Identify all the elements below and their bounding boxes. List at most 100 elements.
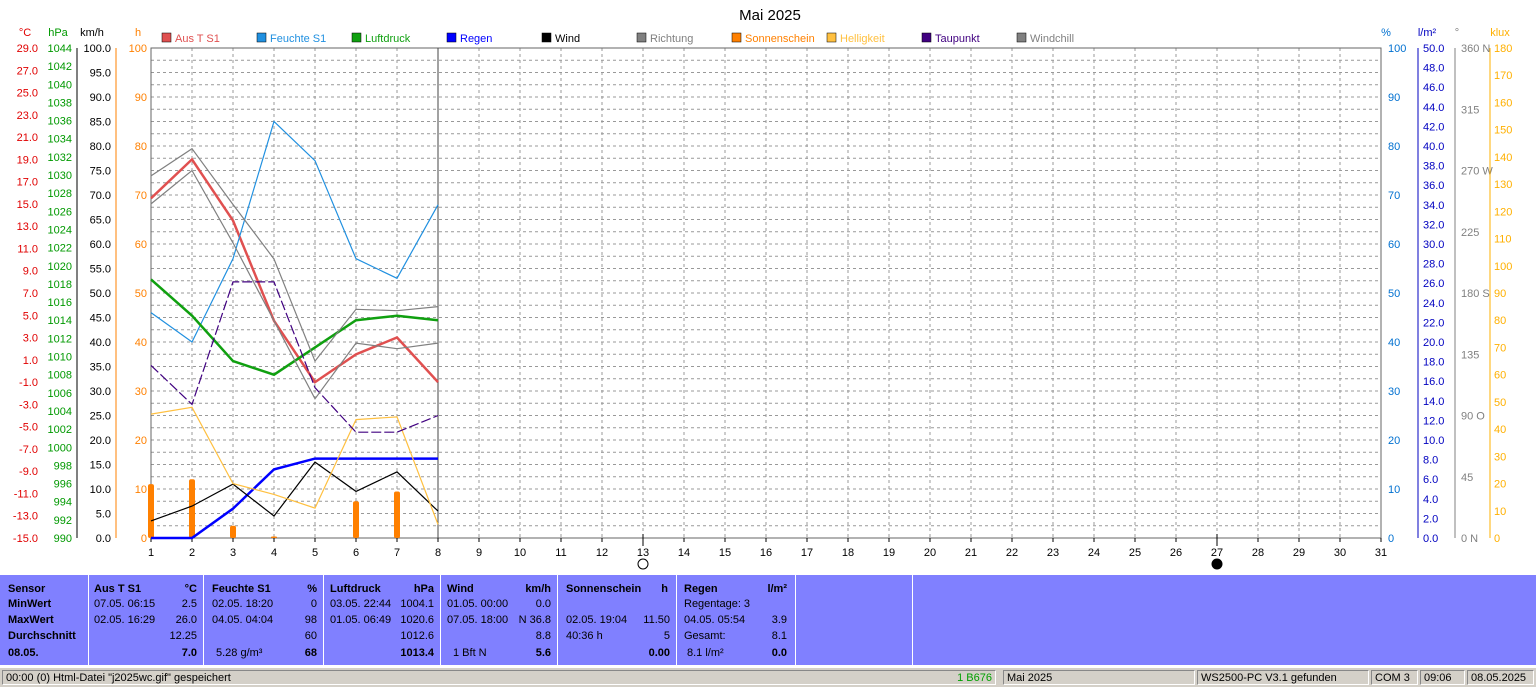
status-message: 00:00 (0) Html-Datei "j2025wc.gif" gespe…: [2, 670, 996, 685]
rain-column: Regen l/m² Regentage: 3 04.05. 05:54 3.9…: [677, 575, 796, 665]
rain-tick-23: 4.0: [1423, 494, 1438, 506]
legend-label-aus-t-s1: Aus T S1: [175, 33, 220, 45]
wind-min-val: 0.0: [535, 598, 551, 610]
direction-tick-5: 135: [1461, 349, 1479, 361]
x-tick-label-19: 19: [883, 547, 895, 559]
rain-tick-13: 24.0: [1423, 298, 1444, 310]
pressure-tick-13: 1018: [48, 279, 72, 291]
lux-tick-0: 180: [1494, 43, 1512, 55]
temp-tick-9: 11.0: [17, 243, 38, 255]
temp-axis-unit: °C: [19, 27, 31, 39]
humidity-current: 68: [304, 647, 317, 659]
empty-column: [796, 575, 913, 665]
sonnenschein-bar-3: [230, 525, 236, 538]
legend-swatch-sonnenschein: [731, 32, 742, 43]
x-tick-label-29: 29: [1293, 547, 1305, 559]
temp-max-val: 26.0: [175, 614, 197, 626]
hours-tick-0: 100: [129, 43, 147, 55]
humidity-tick-9: 10: [1388, 484, 1400, 496]
temp-tick-10: 9.0: [23, 266, 38, 278]
hours-tick-6: 40: [135, 337, 147, 349]
wind-tick-9: 55.0: [90, 264, 111, 276]
pressure-tick-20: 1004: [48, 406, 72, 418]
wind-current: 5.6: [535, 647, 551, 659]
direction-axis-unit: °: [1455, 27, 1459, 39]
legend-label-luftdruck: Luftdruck: [365, 33, 411, 45]
humidity-abs: 5.28 g/m³: [216, 647, 263, 659]
wind-max-time: 07.05. 18:00: [447, 614, 509, 626]
humidity-tick-10: 0: [1388, 533, 1394, 545]
x-tick-label-9: 9: [476, 547, 482, 559]
legend-swatch-feuchte-s1: [256, 32, 267, 43]
pressure-current: 1013.4: [400, 647, 434, 659]
lux-tick-11: 70: [1494, 342, 1506, 354]
wind-bft: 1 Bft N: [453, 647, 487, 659]
hours-tick-8: 20: [135, 435, 147, 447]
max-label: MaxWert: [8, 614, 54, 626]
pressure-tick-6: 1032: [48, 152, 72, 164]
status-bar: 00:00 (0) Html-Datei "j2025wc.gif" gespe…: [0, 667, 1536, 687]
rain-unit: l/m²: [767, 583, 787, 595]
pressure-column: Luftdruck hPa 03.05. 22:44 1004.1 01.05.…: [324, 575, 441, 665]
hours-tick-3: 70: [135, 190, 147, 202]
pressure-tick-2: 1040: [48, 79, 72, 91]
wind-tick-6: 70.0: [90, 190, 111, 202]
humidity-max-time: 04.05. 04:04: [212, 614, 274, 626]
rain-tick-10: 30.0: [1423, 239, 1444, 251]
temp-min-val: 2.5: [181, 598, 197, 610]
rain-max-val: 3.9: [771, 614, 787, 626]
pressure-tick-15: 1014: [48, 315, 72, 327]
lux-tick-8: 100: [1494, 261, 1512, 273]
sun-current: 0.00: [648, 647, 670, 659]
x-tick-label-24: 24: [1088, 547, 1100, 559]
legend-label-richtung: Richtung: [650, 33, 693, 45]
pressure-tick-26: 992: [54, 515, 72, 527]
rain-tick-9: 32.0: [1423, 219, 1444, 231]
sun-unit: h: [661, 583, 668, 595]
humidity-tick-5: 50: [1388, 288, 1400, 300]
wind-tick-19: 5.0: [96, 509, 111, 521]
legend-label-sonnenschein: Sonnenschein: [745, 33, 815, 45]
rain-tick-22: 6.0: [1423, 474, 1438, 486]
temp-tick-12: 5.0: [23, 310, 38, 322]
wind-tick-0: 100.0: [83, 43, 111, 55]
taupunkt-line: [150, 281, 439, 433]
rain-tick-11: 28.0: [1423, 259, 1444, 271]
sun-avg: 5: [663, 630, 670, 642]
weather-chart: 1 2 3 4 5 6 7 8 9 10 11 12 13 14 15 16 17 18 19 20 21 22 23 24 2…: [13, 7, 1512, 570]
lux-tick-1: 170: [1494, 70, 1512, 82]
wind-tick-18: 10.0: [90, 484, 111, 496]
legend-swatch-windchill: [1016, 32, 1027, 43]
temp-min-time: 07.05. 06:15: [94, 598, 156, 610]
sensor-column: Sensor MinWert MaxWert Durchschnitt 08.0…: [0, 575, 89, 665]
legend-swatch-regen: [446, 32, 457, 43]
temp-tick-11: 7.0: [23, 288, 38, 300]
rain-tick-8: 34.0: [1423, 200, 1444, 212]
lux-axis-unit: klux: [1490, 27, 1510, 39]
x-tick-label-4: 4: [271, 547, 277, 559]
rain-tick-3: 44.0: [1423, 102, 1444, 114]
temp-tick-15: -1.0: [19, 377, 38, 389]
pressure-tick-23: 998: [54, 460, 72, 472]
temp-tick-18: -7.0: [19, 444, 38, 456]
hours-tick-4: 60: [135, 239, 147, 251]
x-tick-label-21: 21: [965, 547, 977, 559]
temp-tick-8: 13.0: [17, 221, 38, 233]
x-tick-label-1: 1: [148, 547, 154, 559]
temp-tick-6: 17.0: [17, 177, 38, 189]
rain-tick-19: 12.0: [1423, 415, 1444, 427]
humidity-tick-0: 100: [1388, 43, 1406, 55]
legend-swatch-taupunkt: [921, 32, 932, 43]
wind-tick-2: 90.0: [90, 92, 111, 104]
wind-avg: 8.8: [535, 630, 551, 642]
x-tick-label-6: 6: [353, 547, 359, 559]
sun-max-val: 11.50: [643, 614, 670, 626]
wind-max-val: N 36.8: [518, 614, 551, 626]
humidity-avg: 60: [304, 630, 317, 642]
rain-tick-2: 46.0: [1423, 82, 1444, 94]
direction-tick-1: 315: [1461, 104, 1479, 116]
sonnenschein-bar-7: [394, 491, 400, 538]
pressure-max-time: 01.05. 06:49: [330, 614, 392, 626]
rain-tick-4: 42.0: [1423, 121, 1444, 133]
x-tick-label-18: 18: [842, 547, 854, 559]
